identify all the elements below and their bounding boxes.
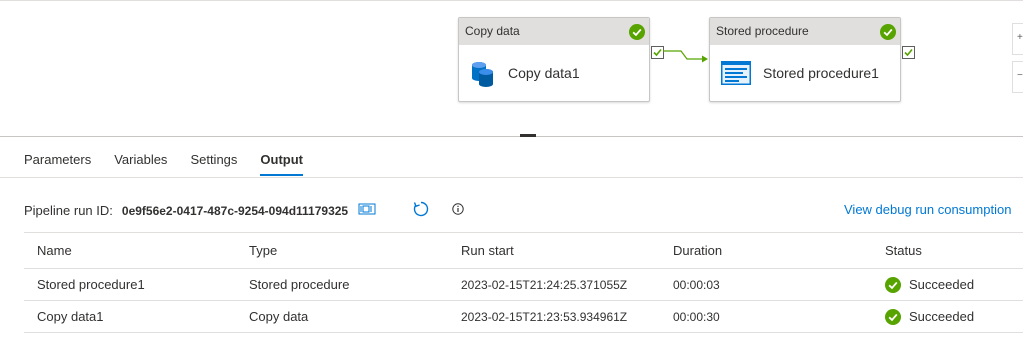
- zoom-in-button[interactable]: +: [1012, 23, 1023, 55]
- column-header-status[interactable]: Status: [872, 232, 1023, 269]
- success-check-icon: [880, 24, 896, 40]
- cell-duration: 00:00:30: [660, 300, 872, 333]
- copy-run-id-button[interactable]: [358, 203, 376, 218]
- activity-type-label: Stored procedure: [716, 24, 809, 38]
- view-debug-run-consumption-link[interactable]: View debug run consumption: [844, 202, 1011, 217]
- cell-name: Copy data1: [24, 300, 236, 333]
- activity-name: Stored procedure1: [763, 65, 879, 81]
- activity-header: Copy data: [459, 18, 649, 45]
- cell-run-start: 2023-02-15T21:24:25.371055Z: [448, 268, 660, 301]
- panel-divider: [0, 136, 1023, 137]
- cell-duration: 00:00:03: [660, 268, 872, 301]
- tab-parameters[interactable]: Parameters: [24, 152, 91, 178]
- activity-type-label: Copy data: [465, 24, 520, 38]
- column-header-type[interactable]: Type: [236, 232, 448, 269]
- column-header-duration[interactable]: Duration: [660, 232, 872, 269]
- dependency-connector[interactable]: [663, 49, 711, 63]
- check-icon: [904, 48, 913, 57]
- success-check-icon: [885, 276, 901, 293]
- pipeline-canvas[interactable]: Copy data Copy data1 Stored procedure St…: [0, 0, 1023, 137]
- activity-stored-procedure[interactable]: Stored procedure Stored procedure1: [709, 17, 901, 102]
- activity-header: Stored procedure: [710, 18, 900, 45]
- activity-runs-table: Name Type Run start Duration Status Stor…: [24, 232, 1023, 333]
- column-header-run-start[interactable]: Run start: [448, 232, 660, 269]
- tab-variables[interactable]: Variables: [114, 152, 167, 178]
- run-id-value: 0e9f56e2-0417-487c-9254-094d11179325: [121, 203, 349, 218]
- stored-procedure-icon: [721, 61, 751, 85]
- status-text: Succeeded: [909, 277, 975, 292]
- column-header-name[interactable]: Name: [24, 232, 236, 269]
- tab-output[interactable]: Output: [260, 152, 303, 178]
- refresh-button[interactable]: [412, 200, 430, 221]
- cell-status: Succeeded: [872, 268, 1023, 301]
- panel-resize-handle[interactable]: [520, 134, 536, 137]
- properties-tabs: Parameters Variables Settings Output: [24, 152, 326, 178]
- tab-settings[interactable]: Settings: [190, 152, 237, 178]
- table-row[interactable]: Copy data1 Copy data 2023-02-15T21:23:53…: [24, 300, 1023, 333]
- refresh-icon: [413, 201, 429, 217]
- cell-name: Stored procedure1: [24, 268, 236, 301]
- on-success-output-handle[interactable]: [902, 46, 915, 59]
- success-check-icon: [885, 308, 901, 325]
- cell-run-start: 2023-02-15T21:23:53.934961Z: [448, 300, 660, 333]
- info-button[interactable]: [452, 203, 464, 218]
- copy-data-icon: [472, 62, 493, 87]
- success-check-icon: [629, 24, 645, 40]
- run-id-label: Pipeline run ID:: [24, 203, 113, 218]
- info-icon: [452, 203, 464, 215]
- pipeline-run-id-row: Pipeline run ID: 0e9f56e2-0417-487c-9254…: [24, 200, 464, 221]
- table-row[interactable]: Stored procedure1 Stored procedure 2023-…: [24, 268, 1023, 301]
- cell-type: Stored procedure: [236, 268, 448, 301]
- status-text: Succeeded: [909, 309, 975, 324]
- copy-icon: [358, 203, 376, 215]
- activity-name: Copy data1: [508, 65, 580, 81]
- cell-status: Succeeded: [872, 300, 1023, 333]
- check-icon: [653, 48, 662, 57]
- table-header-row: Name Type Run start Duration Status: [24, 232, 1023, 269]
- cell-type: Copy data: [236, 300, 448, 333]
- zoom-out-button[interactable]: −: [1012, 61, 1023, 93]
- activity-copy-data[interactable]: Copy data Copy data1: [458, 17, 650, 102]
- tabs-divider: [0, 177, 1023, 178]
